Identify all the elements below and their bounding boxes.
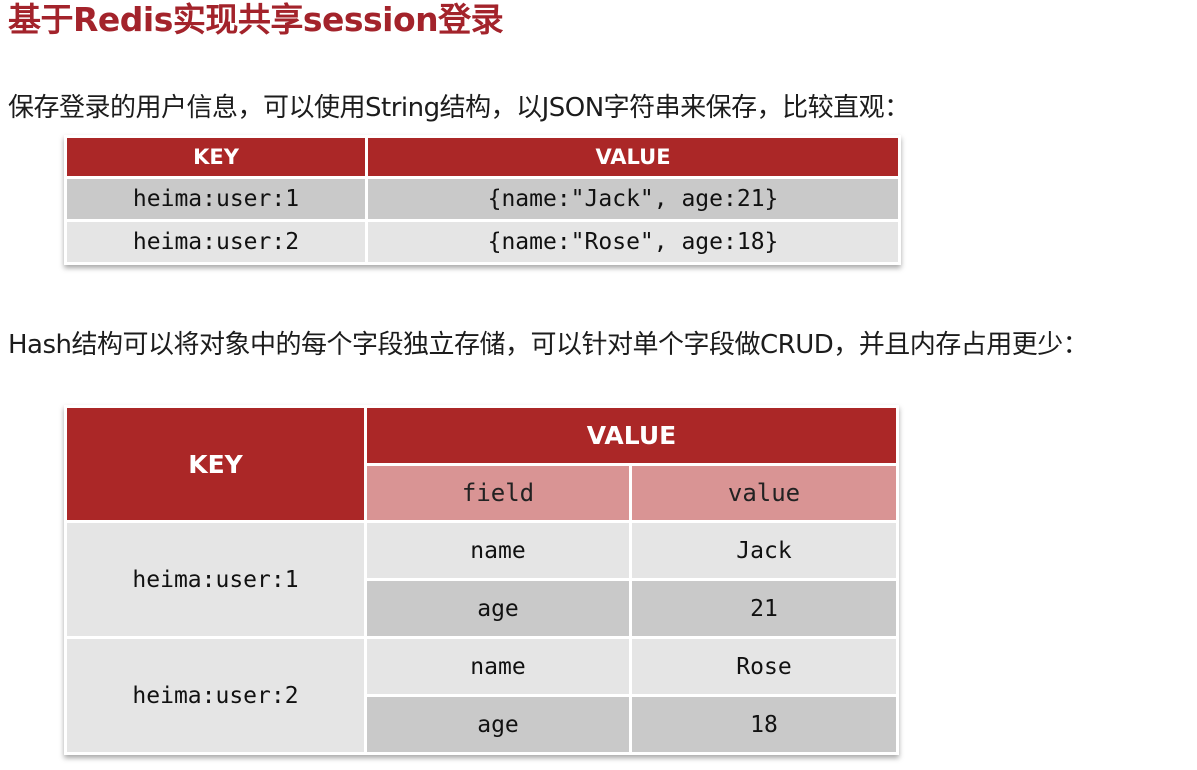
table-row: heima:user:2 name Rose [67, 639, 896, 752]
table-row: heima:user:1 {name:"Jack", age:21} [67, 179, 898, 219]
field-cell: name [367, 523, 629, 578]
field-cell: name [367, 639, 629, 694]
table-row: heima:user:2 {name:"Rose", age:18} [67, 222, 898, 262]
value-column-header: VALUE [367, 408, 896, 463]
page-title: 基于Redis实现共享session登录 [8, 0, 504, 39]
key-cell: heima:user:2 [67, 639, 364, 752]
key-cell: heima:user:1 [67, 179, 365, 219]
string-structure-description: 保存登录的用户信息，可以使用String结构，以JSON字符串来保存，比较直观： [8, 93, 910, 123]
key-cell: heima:user:1 [67, 523, 364, 636]
table-header-row: KEY VALUE [67, 408, 896, 520]
value-cell: 21 [632, 581, 896, 636]
value-cell: {name:"Jack", age:21} [368, 179, 898, 219]
value-column-header: VALUE [368, 138, 898, 176]
key-cell: heima:user:2 [67, 222, 365, 262]
string-structure-table: KEY VALUE heima:user:1 {name:"Jack", age… [64, 135, 901, 265]
value-cell: {name:"Rose", age:18} [368, 222, 898, 262]
field-subheader: field [367, 466, 629, 520]
key-column-header: KEY [67, 138, 365, 176]
field-cell: age [367, 581, 629, 636]
value-cell: Jack [632, 523, 896, 578]
value-cell: 18 [632, 697, 896, 752]
table-header-row: KEY VALUE [67, 138, 898, 176]
value-cell: Rose [632, 639, 896, 694]
value-subheader: value [632, 466, 896, 520]
hash-structure-table: KEY VALUE field value heima:user:1 name … [64, 405, 899, 755]
key-column-header: KEY [67, 408, 364, 520]
field-cell: age [367, 697, 629, 752]
hash-structure-description: Hash结构可以将对象中的每个字段独立存储，可以针对单个字段做CRUD，并且内存… [8, 330, 1089, 360]
table-row: heima:user:1 name Jack [67, 523, 896, 636]
